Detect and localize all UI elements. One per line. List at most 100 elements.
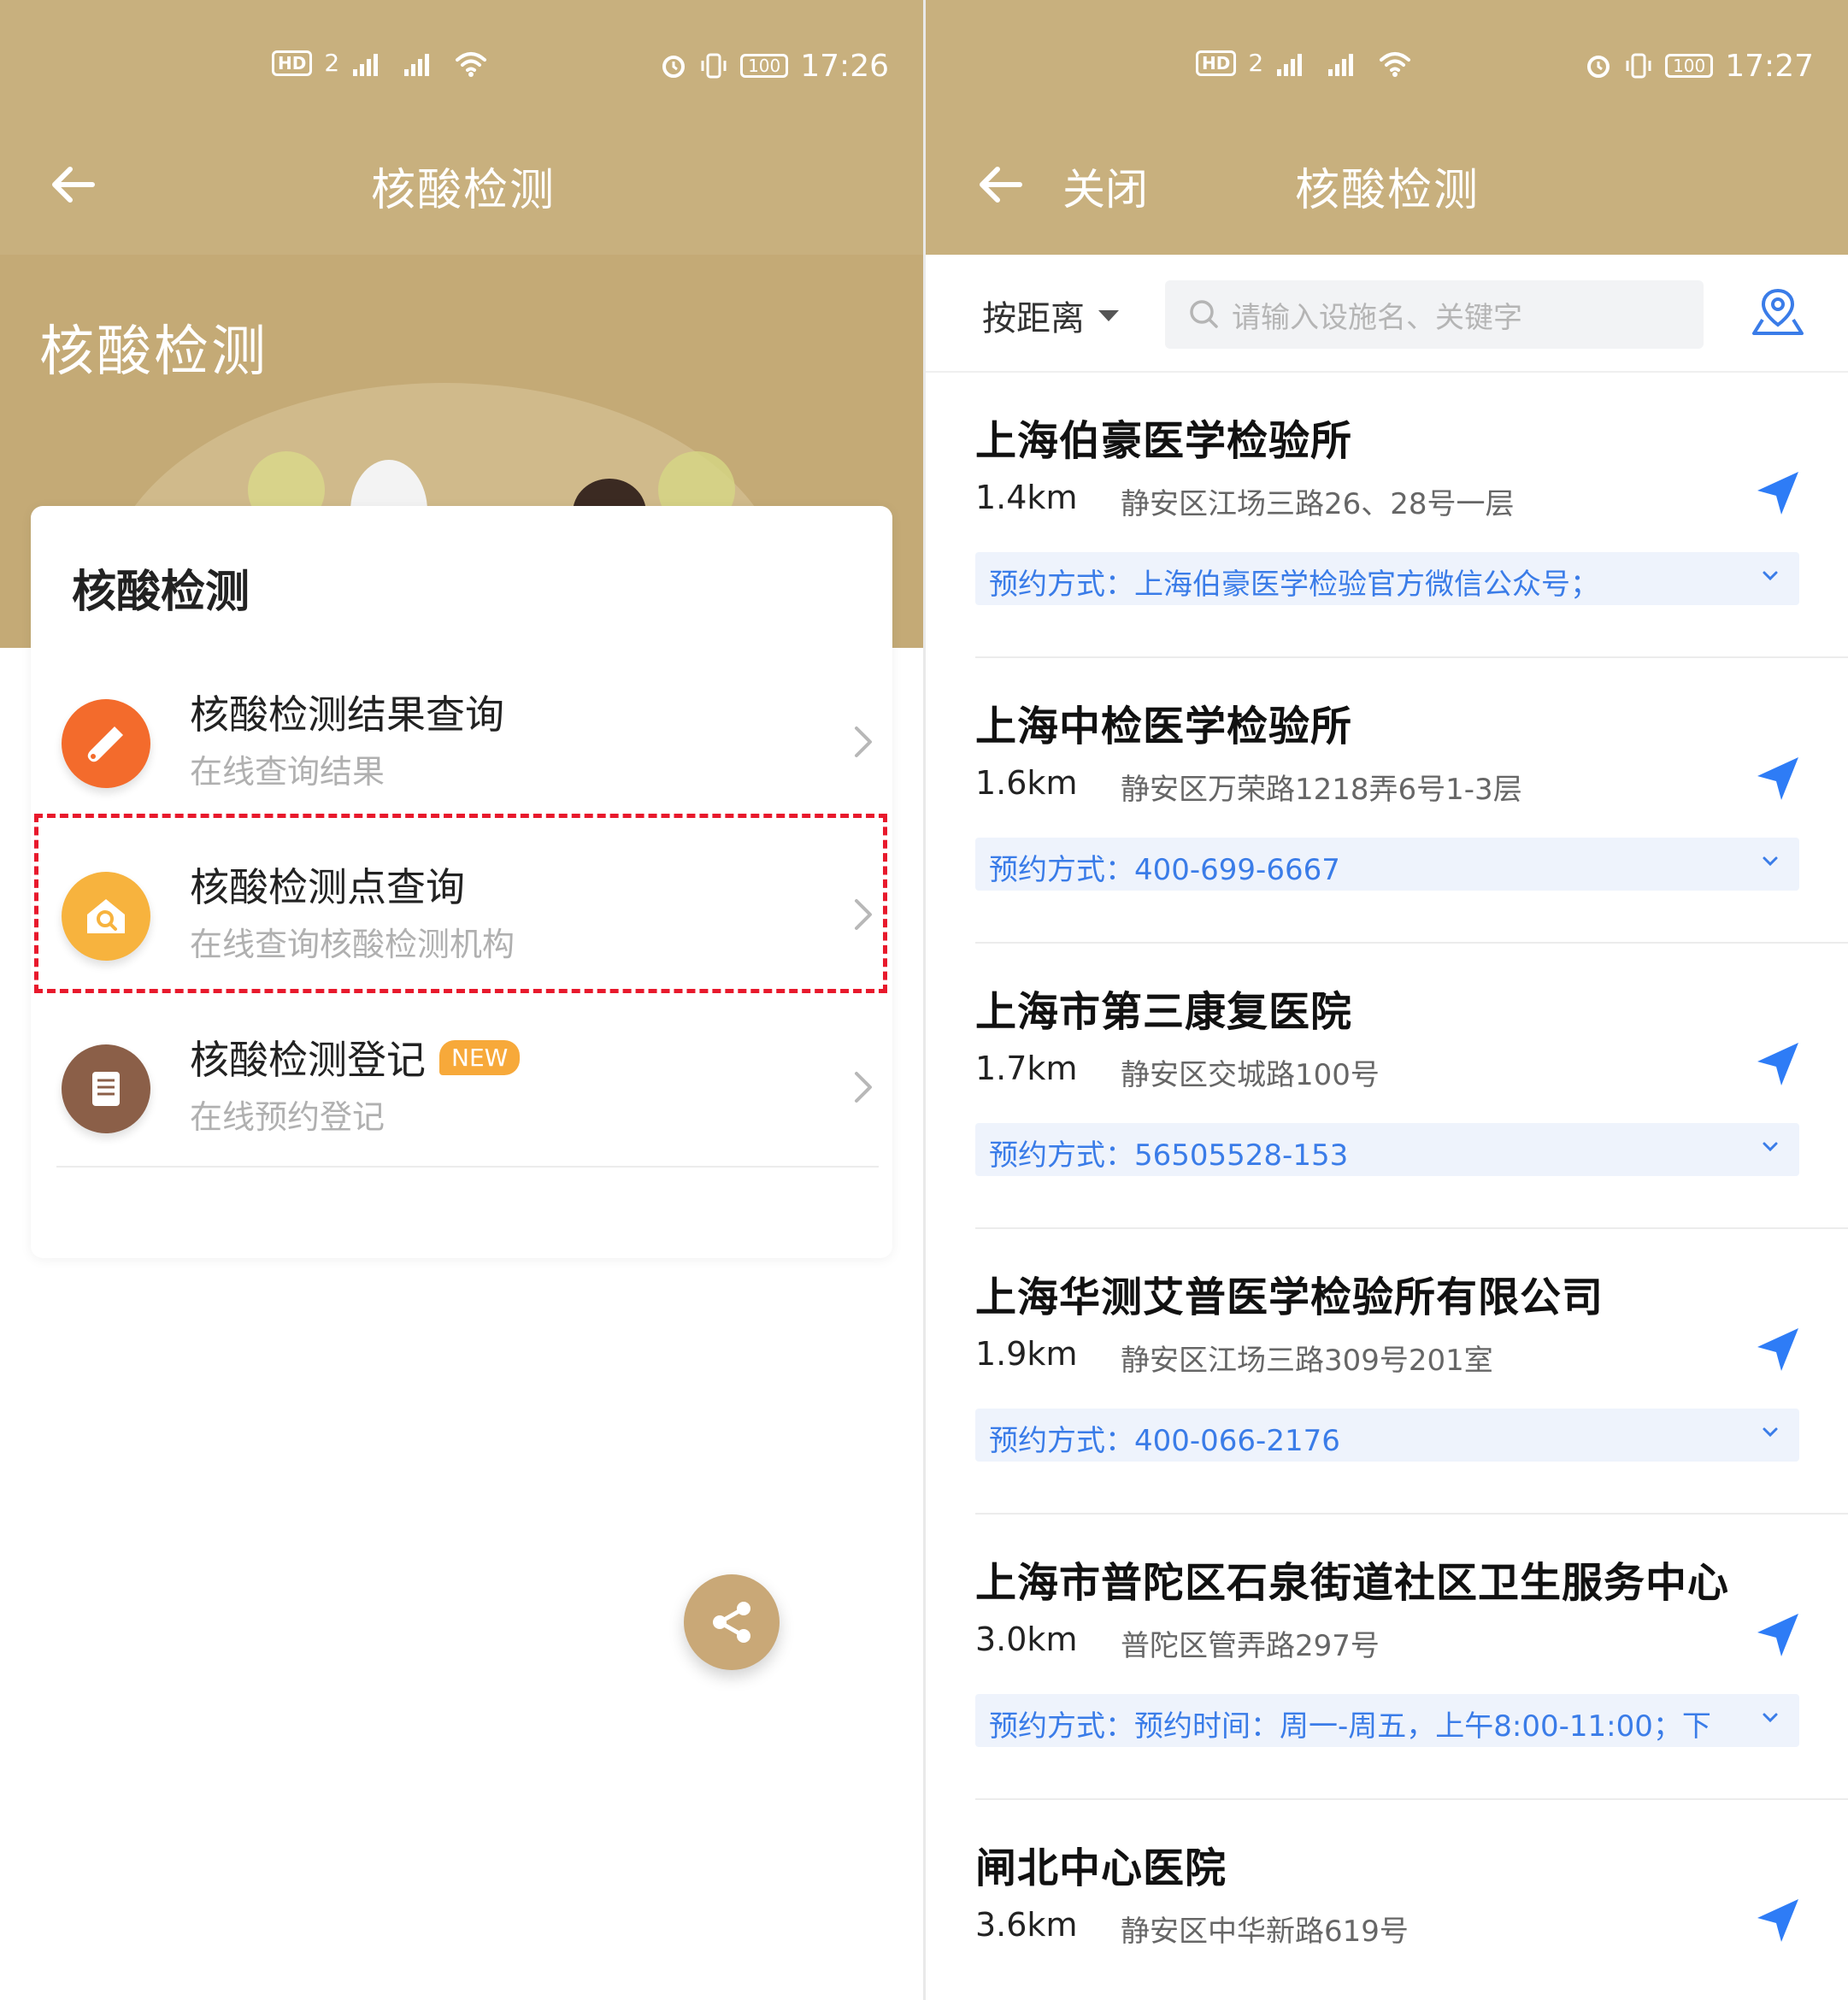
wifi-icon bbox=[456, 52, 487, 77]
hd-icon: HD bbox=[1196, 50, 1237, 76]
facility-distance: 3.6km bbox=[975, 1906, 1078, 1944]
close-button[interactable]: 关闭 bbox=[1062, 156, 1148, 217]
chevron-down-icon bbox=[1763, 1427, 1778, 1438]
list-item[interactable]: 上海伯豪医学检验所 1.4km 静安区江场三路26、28号一层 预约方式：上海伯… bbox=[926, 373, 1848, 658]
right-screen: HD 2 100 17:27 关闭 核酸检测 按距离 请输入设施名、关键字 上海… bbox=[926, 0, 1848, 2000]
facility-distance: 1.7km bbox=[975, 1050, 1078, 1087]
share-icon bbox=[713, 1602, 750, 1643]
search-placeholder: 请输入设施名、关键字 bbox=[1232, 300, 1522, 335]
facility-name: 上海华测艾普医学检验所有限公司 bbox=[975, 1274, 1604, 1321]
app-header: HD 2 100 17:27 关闭 核酸检测 bbox=[926, 0, 1848, 255]
navigate-icon[interactable] bbox=[1752, 754, 1804, 805]
menu-item-result-query[interactable]: 核酸检测结果查询 在线查询结果 bbox=[31, 651, 892, 822]
search-input[interactable]: 请输入设施名、关键字 bbox=[1165, 280, 1704, 349]
facility-name: 上海中检医学检验所 bbox=[975, 703, 1353, 750]
map-location-icon[interactable] bbox=[1751, 285, 1805, 340]
facility-distance: 1.9km bbox=[975, 1335, 1078, 1373]
appointment-info[interactable]: 预约方式：56505528-153 bbox=[975, 1123, 1799, 1176]
facility-name: 上海伯豪医学检验所 bbox=[975, 417, 1353, 465]
sort-label: 按距离 bbox=[982, 299, 1085, 338]
status-bar: 100 17:27 bbox=[1585, 44, 1814, 87]
wifi-icon bbox=[1380, 52, 1411, 77]
navigate-icon[interactable] bbox=[1752, 1896, 1804, 1947]
hd-icon: HD bbox=[272, 50, 313, 76]
appointment-text: 预约方式：400-699-6667 bbox=[989, 853, 1340, 887]
back-arrow-icon[interactable] bbox=[975, 159, 1027, 210]
status-time: 17:26 bbox=[800, 48, 889, 84]
menu-label: 核酸检测登记 NEW bbox=[190, 1029, 521, 1085]
vibrate-icon bbox=[701, 53, 727, 79]
sim-2-icon: 2 bbox=[1248, 49, 1264, 77]
page-title: 核酸检测 bbox=[1295, 165, 1480, 216]
alarm-icon bbox=[1587, 56, 1610, 78]
facility-name: 上海市普陀区石泉街道社区卫生服务中心 bbox=[975, 1559, 1730, 1607]
alarm-icon bbox=[662, 56, 686, 78]
app-header: HD 2 100 17:26 核酸检测 bbox=[0, 0, 923, 255]
filter-bar: 按距离 请输入设施名、关键字 bbox=[926, 255, 1848, 373]
appointment-text: 预约方式：56505528-153 bbox=[989, 1138, 1349, 1173]
facility-name: 上海市第三康复医院 bbox=[975, 988, 1353, 1036]
share-button[interactable] bbox=[684, 1574, 780, 1670]
facility-name: 闸北中心医院 bbox=[975, 1844, 1227, 1892]
signal-icon bbox=[353, 54, 379, 76]
battery-icon: 100 bbox=[740, 54, 789, 78]
status-icons-left: HD 2 bbox=[1196, 50, 1412, 77]
appointment-info[interactable]: 预约方式：上海伯豪医学检验官方微信公众号； bbox=[975, 552, 1799, 605]
signal-icon bbox=[1277, 54, 1303, 76]
appointment-info[interactable]: 预约方式：预约时间：周一-周五，上午8:00-11:00；下 bbox=[975, 1694, 1799, 1747]
sim-2-icon: 2 bbox=[324, 49, 340, 77]
navigate-icon[interactable] bbox=[1752, 468, 1804, 520]
signal-icon bbox=[1328, 54, 1354, 76]
menu-subtitle: 在线预约登记 bbox=[190, 1098, 385, 1136]
appointment-text: 预约方式：上海伯豪医学检验官方微信公众号； bbox=[989, 568, 1599, 602]
appointment-text: 预约方式：400-066-2176 bbox=[989, 1424, 1340, 1458]
list-item[interactable]: 上海市普陀区石泉街道社区卫生服务中心 3.0km 普陀区管弄路297号 预约方式… bbox=[926, 1515, 1848, 1800]
menu-item-registration[interactable]: 核酸检测登记 NEW 在线预约登记 bbox=[31, 997, 892, 1168]
card-divider bbox=[56, 1166, 879, 1168]
appointment-text: 预约方式：预约时间：周一-周五，上午8:00-11:00；下 bbox=[989, 1709, 1711, 1744]
hero-title: 核酸检测 bbox=[39, 321, 268, 384]
new-badge: NEW bbox=[439, 1040, 521, 1075]
test-tube-icon bbox=[62, 699, 150, 788]
appointment-info[interactable]: 预约方式：400-699-6667 bbox=[975, 838, 1799, 891]
signal-icon bbox=[404, 54, 430, 76]
search-icon bbox=[1190, 300, 1218, 328]
sort-dropdown[interactable]: 按距离 bbox=[982, 291, 1119, 340]
highlight-box bbox=[34, 814, 887, 993]
list-item[interactable]: 上海中检医学检验所 1.6km 静安区万荣路1218弄6号1-3层 预约方式：4… bbox=[926, 658, 1848, 944]
facility-distance: 1.6km bbox=[975, 764, 1078, 802]
facility-address: 静安区交城路100号 bbox=[1121, 1058, 1380, 1092]
menu-label: 核酸检测结果查询 bbox=[190, 691, 504, 738]
facility-address: 静安区江场三路26、28号一层 bbox=[1121, 487, 1515, 521]
facility-distance: 1.4km bbox=[975, 479, 1078, 516]
chevron-down-icon bbox=[1763, 571, 1778, 581]
chevron-right-icon bbox=[855, 1072, 872, 1103]
card-title: 核酸检测 bbox=[72, 567, 250, 618]
status-bar: 100 17:26 bbox=[660, 44, 889, 87]
chevron-down-icon bbox=[1763, 1142, 1778, 1152]
appointment-info[interactable]: 预约方式：400-066-2176 bbox=[975, 1409, 1799, 1462]
page-title: 核酸检测 bbox=[371, 165, 556, 216]
navigate-icon[interactable] bbox=[1752, 1610, 1804, 1662]
status-icons-left: HD 2 bbox=[272, 50, 488, 77]
chevron-down-icon bbox=[1763, 1713, 1778, 1723]
facility-address: 静安区江场三路309号201室 bbox=[1121, 1344, 1493, 1378]
list-item[interactable]: 上海华测艾普医学检验所有限公司 1.9km 静安区江场三路309号201室 预约… bbox=[926, 1229, 1848, 1515]
chevron-down-icon bbox=[1763, 856, 1778, 867]
menu-subtitle: 在线查询结果 bbox=[190, 753, 385, 791]
facility-distance: 3.0km bbox=[975, 1621, 1078, 1658]
caret-down-icon bbox=[1098, 309, 1119, 321]
facility-address: 静安区中华新路619号 bbox=[1121, 1915, 1409, 1949]
menu-label-text: 核酸检测登记 bbox=[190, 1037, 426, 1083]
document-icon bbox=[62, 1044, 150, 1133]
navigate-icon[interactable] bbox=[1752, 1039, 1804, 1091]
back-arrow-icon[interactable] bbox=[48, 159, 99, 210]
list-item[interactable]: 闸北中心医院 3.6km 静安区中华新路619号 bbox=[926, 1800, 1848, 2000]
navigate-icon[interactable] bbox=[1752, 1325, 1804, 1376]
left-screen: HD 2 100 17:26 核酸检测 核酸检测 核酸检测 核酸检测结果查询 在… bbox=[0, 0, 923, 2000]
facility-address: 普陀区管弄路297号 bbox=[1121, 1629, 1380, 1663]
status-time: 17:27 bbox=[1725, 48, 1814, 84]
battery-icon: 100 bbox=[1665, 54, 1714, 78]
facility-address: 静安区万荣路1218弄6号1-3层 bbox=[1121, 773, 1522, 807]
list-item[interactable]: 上海市第三康复医院 1.7km 静安区交城路100号 预约方式：56505528… bbox=[926, 944, 1848, 1229]
